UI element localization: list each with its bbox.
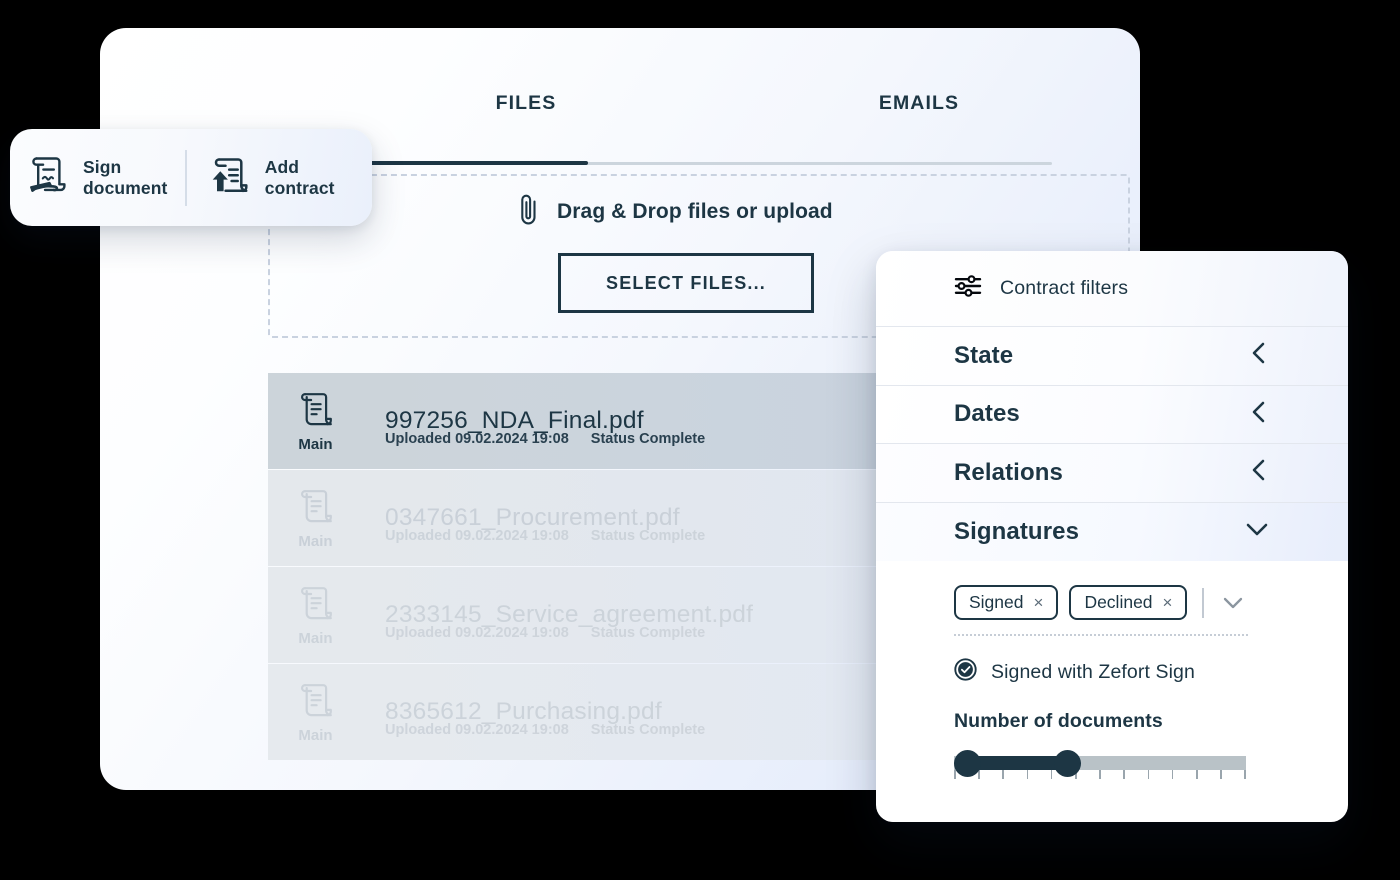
chevron-left-icon[interactable] [1248, 340, 1270, 371]
sign-document-label: Sign document [83, 157, 167, 198]
file-type-badge: Main [268, 664, 363, 760]
chevron-left-icon[interactable] [1248, 457, 1270, 488]
file-badge-label: Main [298, 532, 333, 550]
document-scroll-icon [299, 487, 333, 530]
quick-actions-card: Sign document Add contract [10, 129, 372, 226]
add-contract-label-line2: contract [264, 177, 335, 198]
file-uploaded: Uploaded 09.02.2024 19:08 [385, 528, 569, 544]
slider-thumb-min[interactable] [954, 750, 981, 777]
add-contract-label: Add contract [265, 157, 335, 198]
signatures-filter-body: Signed × Declined × Signed with Zefort S… [876, 561, 1348, 780]
signature-chips-row: Signed × Declined × [954, 585, 1248, 636]
filter-row-dates-label: Dates [954, 400, 1020, 428]
chip-signed[interactable]: Signed × [954, 585, 1059, 620]
file-meta: Uploaded 09.02.2024 19:08 Status Complet… [385, 722, 705, 738]
file-meta: Uploaded 09.02.2024 19:08 Status Complet… [385, 625, 705, 641]
filter-row-state-label: State [954, 341, 1014, 369]
file-uploaded: Uploaded 09.02.2024 19:08 [385, 722, 569, 738]
document-scroll-icon [299, 681, 333, 724]
chip-declined-label: Declined [1084, 592, 1153, 612]
file-type-badge: Main [268, 373, 363, 469]
file-type-badge: Main [268, 567, 363, 663]
tab-emails-label: EMAILS [878, 91, 960, 114]
chevron-down-icon[interactable] [1220, 594, 1246, 612]
chip-declined[interactable]: Declined × [1069, 585, 1188, 620]
add-contract-label-line1: Add [264, 157, 300, 178]
document-scroll-icon [299, 584, 333, 627]
file-badge-label: Main [298, 629, 333, 647]
chip-signed-remove-icon[interactable]: × [1034, 594, 1044, 611]
tab-bar: FILES EMAILS [266, 76, 1052, 165]
filter-row-signatures-label: Signatures [954, 517, 1080, 545]
file-uploaded: Uploaded 09.02.2024 19:08 [385, 625, 569, 641]
dropzone-headline: Drag & Drop files or upload [516, 192, 833, 231]
filter-row-relations[interactable]: Relations [876, 444, 1348, 503]
file-status: Status Complete [590, 625, 706, 641]
chip-declined-remove-icon[interactable]: × [1163, 594, 1173, 611]
upload-document-icon [207, 152, 253, 203]
sign-document-label-line2: document [83, 177, 168, 198]
chip-signed-label: Signed [969, 592, 1024, 612]
number-of-documents-slider[interactable] [954, 750, 1246, 780]
dropzone-text: Drag & Drop files or upload [557, 199, 833, 223]
select-files-button[interactable]: SELECT FILES... [558, 253, 814, 313]
screenshot-root: FILES EMAILS Drag & Drop files or upload… [0, 0, 1400, 880]
file-status: Status Complete [590, 528, 706, 544]
filter-row-dates[interactable]: Dates [876, 385, 1348, 444]
slider-ticks [954, 770, 1246, 779]
file-type-badge: Main [268, 470, 363, 566]
add-contract-button[interactable]: Add contract [187, 129, 372, 226]
filters-title: Contract filters [1000, 277, 1129, 299]
file-badge-label: Main [298, 726, 333, 744]
check-circle-icon [954, 658, 977, 686]
sign-document-button[interactable]: Sign document [10, 129, 185, 226]
tab-files[interactable]: FILES [266, 86, 786, 120]
file-status: Status Complete [590, 722, 706, 738]
paperclip-icon [516, 192, 542, 231]
sign-document-label-line1: Sign [83, 157, 122, 178]
tab-emails[interactable]: EMAILS [786, 86, 1052, 120]
tab-files-label: FILES [495, 91, 557, 114]
chevron-left-icon[interactable] [1248, 399, 1270, 430]
filters-header: Contract filters [876, 251, 1348, 327]
file-meta: Uploaded 09.02.2024 19:08 Status Complet… [385, 528, 705, 544]
zefort-sign-label: Signed with Zefort Sign [991, 660, 1195, 683]
file-meta: Uploaded 09.02.2024 19:08 Status Complet… [385, 431, 705, 447]
filter-row-relations-label: Relations [954, 458, 1063, 486]
filter-row-signatures[interactable]: Signatures [876, 502, 1348, 561]
file-badge-label: Main [298, 435, 333, 453]
chips-separator [1202, 587, 1204, 618]
filter-row-state[interactable]: State [876, 327, 1348, 386]
slider-thumb-max[interactable] [1054, 750, 1081, 777]
zefort-sign-checkbox[interactable]: Signed with Zefort Sign [954, 658, 1348, 686]
file-uploaded: Uploaded 09.02.2024 19:08 [385, 431, 569, 447]
file-status: Status Complete [590, 431, 706, 447]
sliders-icon [954, 273, 982, 304]
contract-filters-panel: Contract filters State Dates Relations S… [876, 251, 1348, 822]
chevron-down-icon[interactable] [1244, 518, 1270, 545]
document-scroll-icon [299, 390, 333, 433]
number-of-documents-label: Number of documents [954, 710, 1163, 732]
signed-document-icon [27, 152, 71, 203]
